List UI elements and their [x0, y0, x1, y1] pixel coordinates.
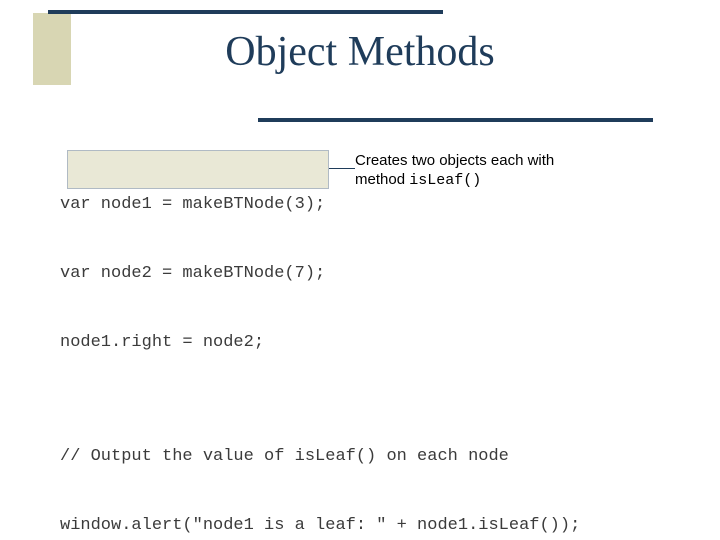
code-line: window.alert("node1 is a leaf: " + node1…	[60, 515, 720, 538]
code-block: var node1 = makeBTNode(3); var node2 = m…	[60, 148, 720, 540]
code-line: node1.right = node2;	[60, 332, 720, 355]
slide-title: Object Methods	[0, 28, 720, 76]
top-rule	[48, 10, 443, 14]
code-line: var node1 = makeBTNode(3);	[60, 194, 720, 217]
code-line: // Output the value of isLeaf() on each …	[60, 446, 720, 469]
code-line: var node2 = makeBTNode(7);	[60, 263, 720, 286]
mid-rule	[258, 118, 653, 122]
